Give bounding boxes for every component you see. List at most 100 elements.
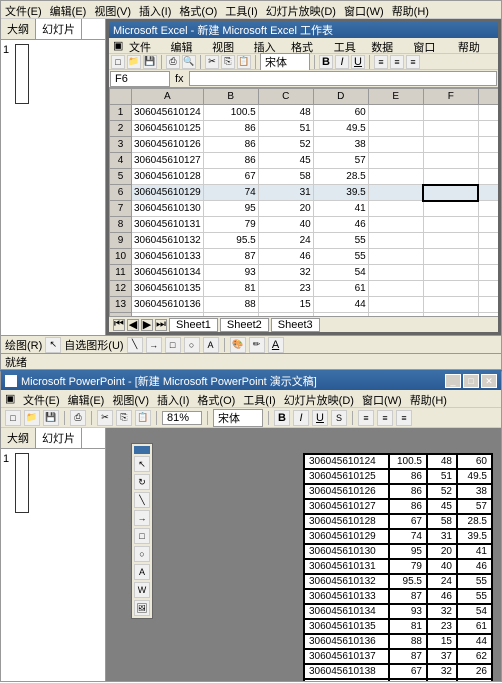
floating-toolbar[interactable]: ↖ ↻ ╲ → □ ○ A W 🖼 — [131, 443, 153, 619]
cell[interactable] — [423, 153, 478, 169]
nav-first-icon[interactable]: ⏮ — [113, 319, 125, 331]
table-cell[interactable]: 306045610130 — [304, 544, 389, 559]
cell[interactable]: 38 — [313, 137, 368, 153]
cell[interactable]: 306045610130 — [132, 201, 204, 217]
row-header[interactable]: 1 — [110, 105, 132, 121]
align-center-icon[interactable]: ≡ — [390, 55, 404, 69]
line-icon[interactable]: ╲ — [134, 492, 150, 508]
cell[interactable]: 87 — [203, 249, 258, 265]
table-cell[interactable]: 88 — [389, 634, 427, 649]
cell[interactable]: 55 — [313, 249, 368, 265]
print-icon[interactable]: ⎙ — [166, 55, 180, 69]
cell[interactable]: 79 — [203, 217, 258, 233]
cell[interactable] — [368, 281, 423, 297]
menu-edit[interactable]: 编辑(E) — [68, 392, 105, 405]
cell[interactable]: 306045610135 — [132, 281, 204, 297]
table-cell[interactable]: 83 — [389, 679, 427, 681]
cell[interactable]: 24 — [258, 233, 313, 249]
table-cell[interactable]: 58 — [427, 514, 457, 529]
cell[interactable] — [423, 265, 478, 281]
cell[interactable] — [368, 217, 423, 233]
cell[interactable]: 55 — [313, 233, 368, 249]
table-cell[interactable]: 45 — [427, 499, 457, 514]
arrow-icon[interactable]: → — [134, 510, 150, 526]
row-header[interactable]: 14 — [110, 313, 132, 317]
underline-icon[interactable]: U — [351, 55, 365, 69]
line-icon[interactable]: ╲ — [127, 337, 143, 353]
table-cell[interactable]: 40 — [427, 559, 457, 574]
xmenu-insert[interactable]: 插入(I) — [254, 39, 285, 52]
table-cell[interactable]: 100.5 — [389, 454, 427, 469]
cell[interactable] — [478, 169, 498, 185]
table-cell[interactable]: 87 — [389, 649, 427, 664]
xmenu-help[interactable]: 帮助(H) — [458, 39, 494, 52]
align-right-icon[interactable]: ≡ — [396, 410, 412, 426]
sheet-tab[interactable]: Sheet3 — [271, 318, 320, 332]
cell[interactable] — [368, 233, 423, 249]
align-center-icon[interactable]: ≡ — [377, 410, 393, 426]
cell[interactable] — [478, 233, 498, 249]
cell[interactable]: 95.5 — [203, 233, 258, 249]
nav-prev-icon[interactable]: ◀ — [127, 319, 139, 331]
menu-insert[interactable]: 插入(I) — [157, 392, 189, 405]
cell[interactable]: 20 — [258, 201, 313, 217]
row-header[interactable]: 9 — [110, 233, 132, 249]
cell[interactable]: 49.5 — [313, 121, 368, 137]
menu-edit[interactable]: 编辑(E) — [50, 3, 87, 16]
cell[interactable]: 81 — [203, 281, 258, 297]
table-cell[interactable]: 306045610136 — [304, 634, 389, 649]
col-header[interactable]: E — [368, 89, 423, 105]
shadow-icon[interactable]: S — [331, 410, 347, 426]
col-header[interactable]: D — [313, 89, 368, 105]
cell[interactable]: 88 — [203, 297, 258, 313]
pointer-icon[interactable]: ↖ — [134, 456, 150, 472]
cell[interactable]: 62 — [313, 313, 368, 317]
menu-tools[interactable]: 工具(I) — [225, 3, 257, 16]
cell[interactable] — [423, 121, 478, 137]
close-button[interactable]: ✕ — [481, 374, 497, 388]
rotate-icon[interactable]: ↻ — [134, 474, 150, 490]
table-cell[interactable]: 23 — [427, 619, 457, 634]
bold-icon[interactable]: B — [319, 55, 333, 69]
tab-outline[interactable]: 大纲 — [1, 428, 36, 448]
cell[interactable]: 15 — [258, 297, 313, 313]
cut-icon[interactable]: ✂ — [205, 55, 219, 69]
cell[interactable]: 28.5 — [313, 169, 368, 185]
row-header[interactable]: 12 — [110, 281, 132, 297]
excel-ole-object[interactable]: Microsoft Excel - 新建 Microsoft Excel 工作表… — [106, 19, 501, 335]
table-cell[interactable]: 306045610137 — [304, 649, 389, 664]
tab-slides[interactable]: 幻灯片 — [36, 19, 82, 39]
cell[interactable]: 95 — [203, 201, 258, 217]
cell[interactable] — [423, 185, 478, 201]
cell[interactable]: 40 — [258, 217, 313, 233]
cell[interactable]: 51 — [258, 121, 313, 137]
cell[interactable] — [478, 313, 498, 317]
cell[interactable] — [368, 313, 423, 317]
table-cell[interactable]: 74 — [389, 529, 427, 544]
table-cell[interactable]: 52 — [427, 484, 457, 499]
fill-color-icon[interactable]: 🎨 — [230, 337, 246, 353]
tab-outline[interactable]: 大纲 — [1, 19, 36, 39]
cell[interactable]: 306045610126 — [132, 137, 204, 153]
cell[interactable]: 39.5 — [313, 185, 368, 201]
cell[interactable]: 46 — [258, 249, 313, 265]
table-cell[interactable]: 95 — [389, 544, 427, 559]
cell[interactable]: 74 — [203, 185, 258, 201]
rect-icon[interactable]: □ — [134, 528, 150, 544]
slide-thumbnail[interactable] — [15, 44, 29, 104]
col-header[interactable]: C — [258, 89, 313, 105]
sheet-tab[interactable]: Sheet1 — [169, 318, 218, 332]
cell[interactable]: 93 — [203, 265, 258, 281]
cell[interactable] — [478, 297, 498, 313]
row-header[interactable]: 11 — [110, 265, 132, 281]
arrow-icon[interactable]: → — [146, 337, 162, 353]
table-cell[interactable]: 26 — [457, 664, 492, 679]
save-icon[interactable]: 💾 — [43, 410, 59, 426]
nav-last-icon[interactable]: ⏭ — [155, 319, 167, 331]
italic-icon[interactable]: I — [335, 55, 349, 69]
pointer-icon[interactable]: ↖ — [45, 337, 61, 353]
row-header[interactable]: 5 — [110, 169, 132, 185]
cell[interactable]: 86 — [203, 137, 258, 153]
menu-insert[interactable]: 插入(I) — [139, 3, 171, 16]
cell[interactable] — [423, 201, 478, 217]
